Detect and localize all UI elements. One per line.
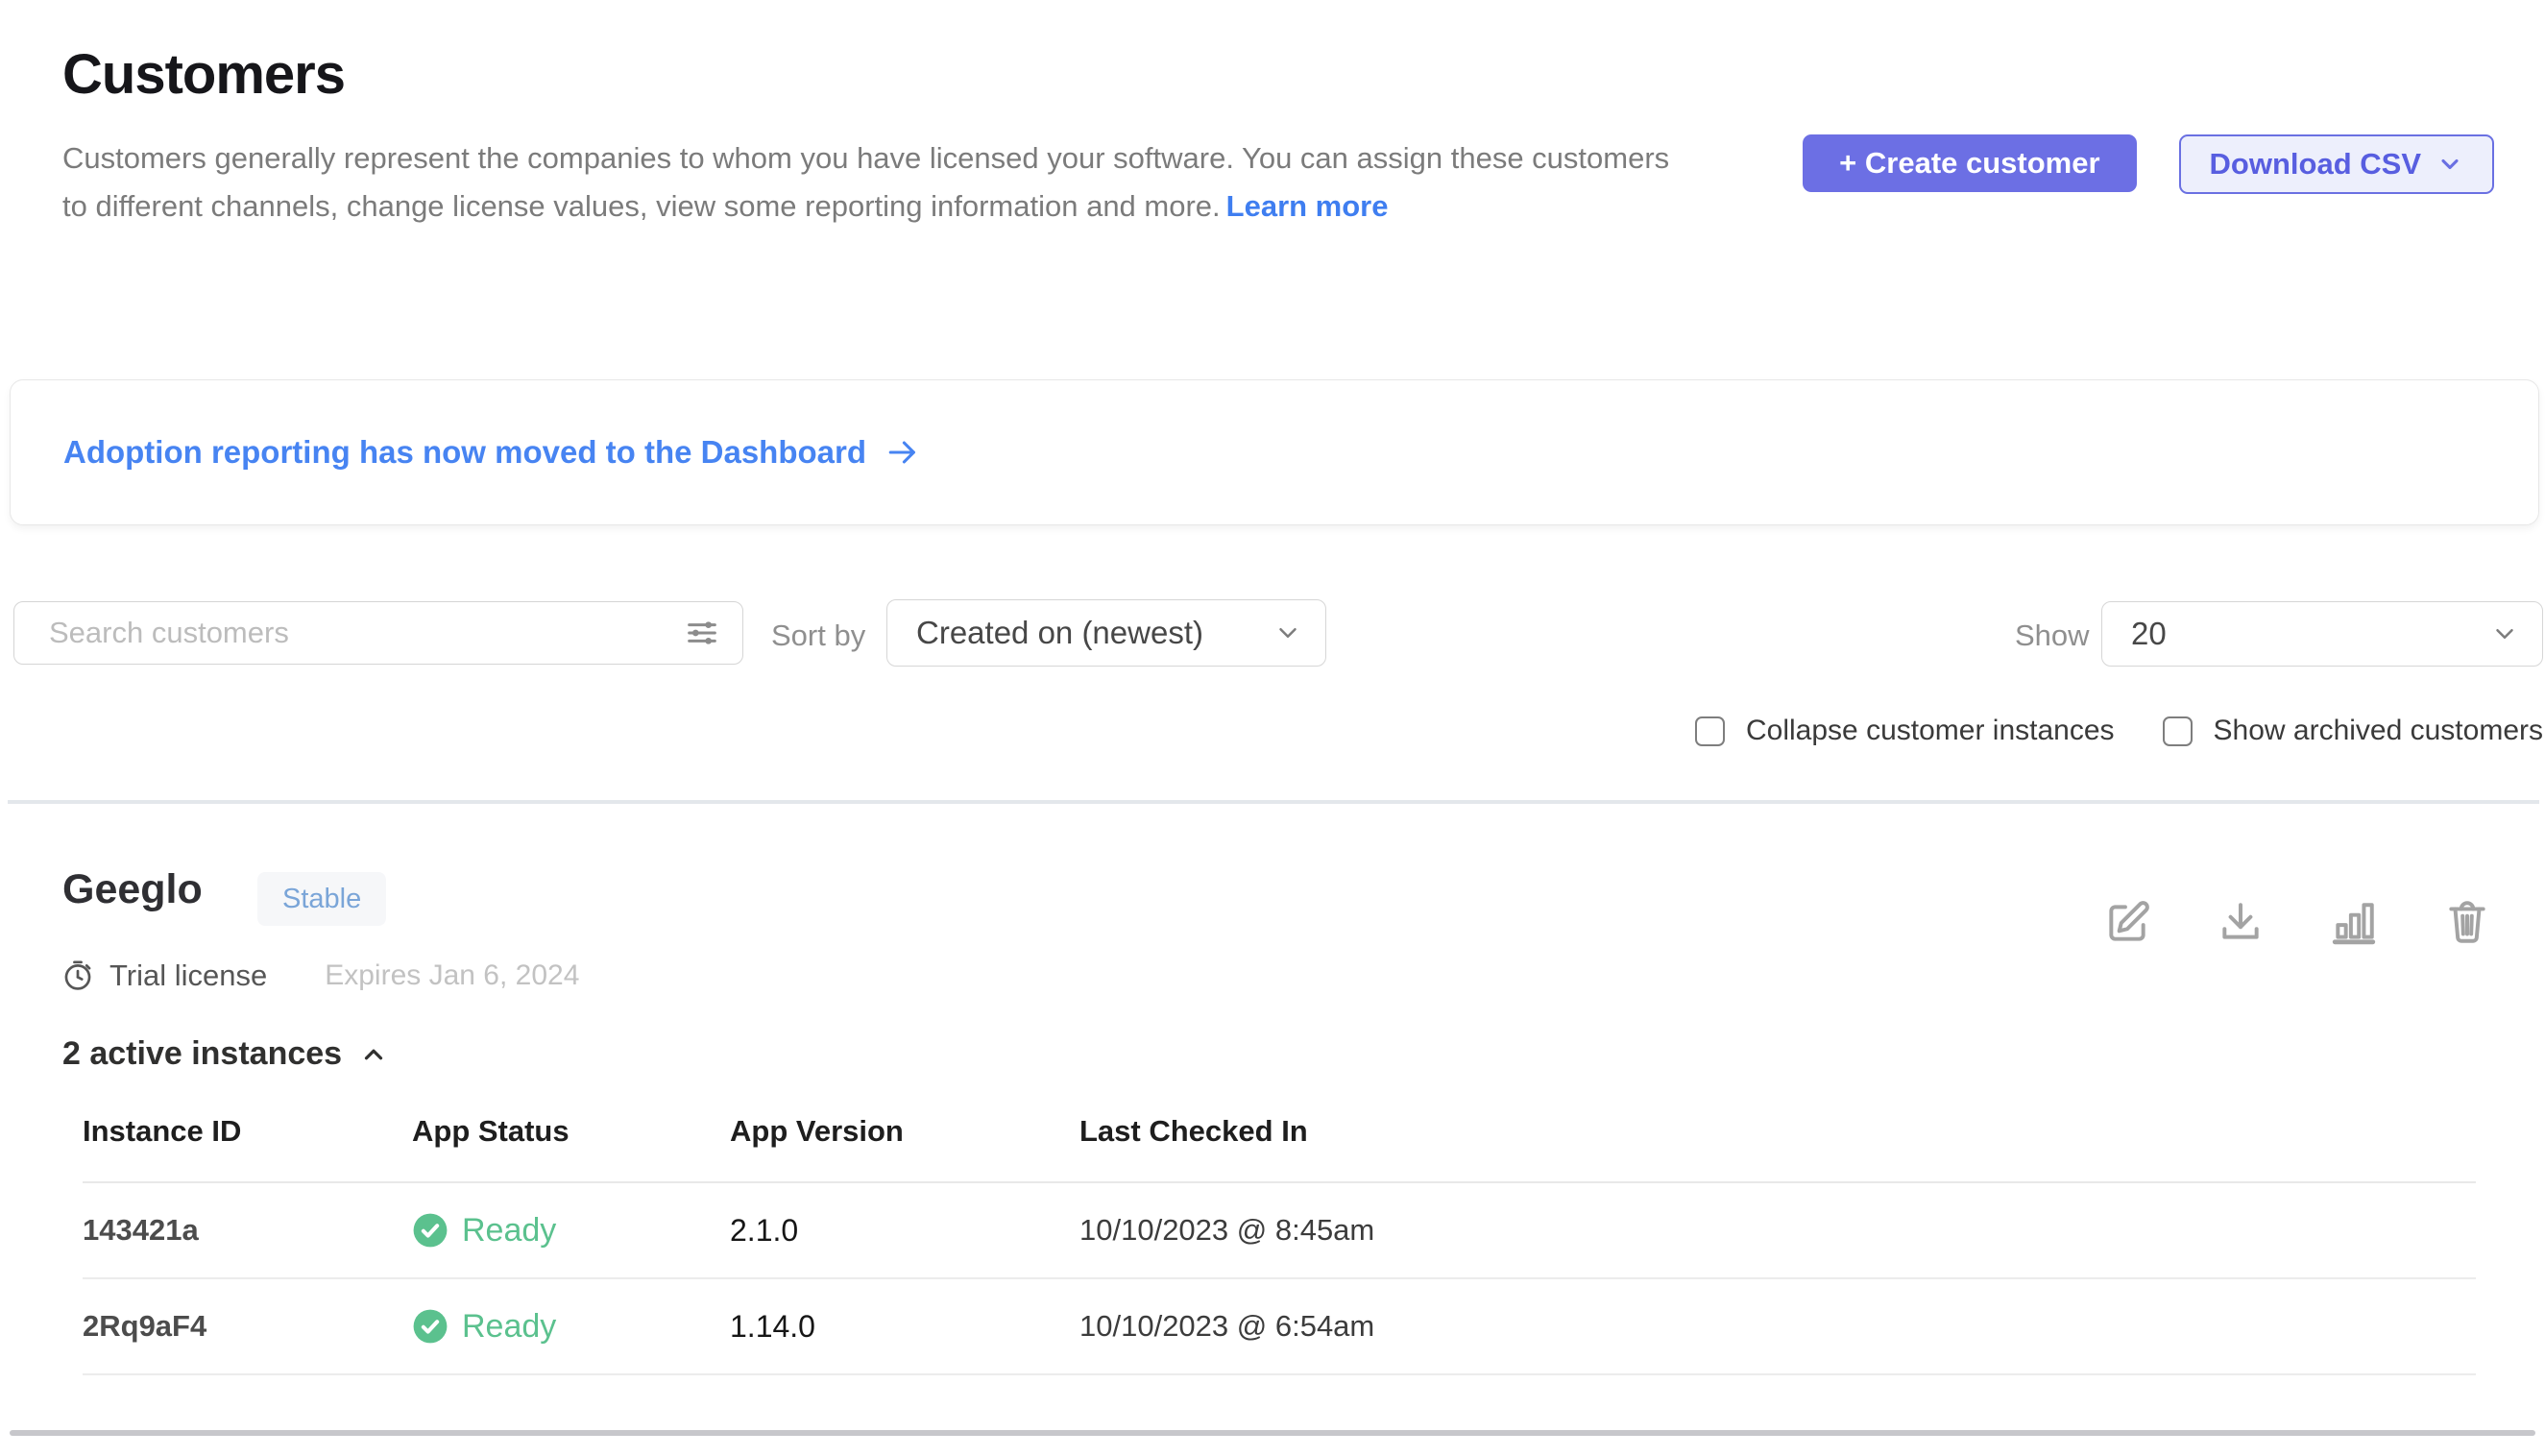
column-header-app-version: App Version (730, 1114, 1079, 1149)
license-row: Trial license Expires Jan 6, 2024 (61, 959, 579, 993)
page-description-text: Customers generally represent the compan… (62, 141, 1669, 223)
license-expiry-label: Expires Jan 6, 2024 (325, 959, 579, 992)
customer-name[interactable]: Geeglo (62, 866, 203, 913)
app-status-label: Ready (462, 1308, 556, 1346)
show-archived-label: Show archived customers (2214, 715, 2543, 747)
chevron-down-icon (1273, 619, 1302, 647)
trial-clock-icon (61, 959, 94, 992)
app-version-cell: 2.1.0 (730, 1213, 1079, 1249)
create-customer-button[interactable]: + Create customer (1803, 134, 2136, 192)
show-select-value: 20 (2131, 616, 2167, 652)
collapse-instances-checkbox-group[interactable]: Collapse customer instances (1695, 715, 2115, 747)
chevron-up-icon (359, 1040, 388, 1069)
edit-customer-icon[interactable] (2103, 899, 2151, 947)
app-status-label: Ready (462, 1212, 556, 1250)
active-instances-label: 2 active instances (62, 1035, 342, 1073)
table-row: 143421a Ready 2.1.0 10/10/2023 @ 8:45am (83, 1183, 2476, 1279)
last-checked-in-cell: 10/10/2023 @ 6:54am (1079, 1309, 2476, 1344)
table-row: 2Rq9aF4 Ready 1.14.0 10/10/2023 @ 6:54am (83, 1279, 2476, 1375)
customer-actions (2103, 899, 2491, 947)
search-box (13, 601, 743, 665)
app-version-cell: 1.14.0 (730, 1309, 1079, 1345)
section-divider (8, 800, 2539, 804)
chevron-down-icon (2490, 619, 2519, 648)
instance-id-cell: 143421a (83, 1213, 412, 1248)
license-type-label: Trial license (109, 959, 267, 993)
arrow-right-icon (884, 436, 922, 469)
sort-select[interactable]: Created on (newest) (886, 599, 1326, 667)
instances-table-header: Instance ID App Status App Version Last … (83, 1114, 2476, 1183)
active-instances-toggle[interactable]: 2 active instances (62, 1035, 388, 1073)
app-status-cell: Ready (412, 1212, 730, 1250)
column-header-instance-id: Instance ID (83, 1114, 412, 1149)
customer-card-bottom-divider (10, 1430, 2535, 1436)
check-circle-icon (412, 1212, 448, 1249)
show-page-size-select[interactable]: 20 (2101, 601, 2543, 667)
channel-badge: Stable (257, 872, 386, 926)
chevron-down-icon (2436, 151, 2463, 178)
column-header-app-status: App Status (412, 1114, 730, 1149)
collapse-instances-checkbox[interactable] (1695, 716, 1725, 746)
trash-icon[interactable] (2443, 899, 2491, 947)
instances-table: Instance ID App Status App Version Last … (83, 1114, 2476, 1375)
checkbox-row: Collapse customer instances Show archive… (1695, 715, 2543, 747)
show-archived-checkbox[interactable] (2163, 716, 2193, 746)
search-input[interactable] (14, 616, 683, 650)
sort-select-value: Created on (newest) (916, 615, 1203, 651)
collapse-instances-label: Collapse customer instances (1746, 715, 2115, 747)
show-archived-checkbox-group[interactable]: Show archived customers (2163, 715, 2543, 747)
instance-id-cell: 2Rq9aF4 (83, 1309, 412, 1344)
page-title: Customers (62, 42, 345, 107)
download-csv-button[interactable]: Download CSV (2179, 134, 2494, 194)
last-checked-in-cell: 10/10/2023 @ 8:45am (1079, 1213, 2476, 1248)
adoption-reporting-banner[interactable]: Adoption reporting has now moved to the … (10, 379, 2539, 525)
bar-chart-icon[interactable] (2330, 899, 2378, 947)
filter-sliders-icon[interactable] (683, 614, 721, 652)
download-csv-label: Download CSV (2210, 147, 2421, 182)
header-actions: + Create customer Download CSV (1803, 134, 2494, 194)
app-status-cell: Ready (412, 1308, 730, 1346)
download-license-icon[interactable] (2217, 899, 2265, 947)
page-description: Customers generally represent the compan… (62, 134, 1695, 231)
column-header-last-checked-in: Last Checked In (1079, 1114, 2476, 1149)
show-label: Show (2015, 619, 2090, 653)
check-circle-icon (412, 1308, 448, 1345)
learn-more-link[interactable]: Learn more (1226, 189, 1389, 223)
sort-by-label: Sort by (771, 619, 865, 653)
banner-link-text: Adoption reporting has now moved to the … (63, 434, 866, 471)
